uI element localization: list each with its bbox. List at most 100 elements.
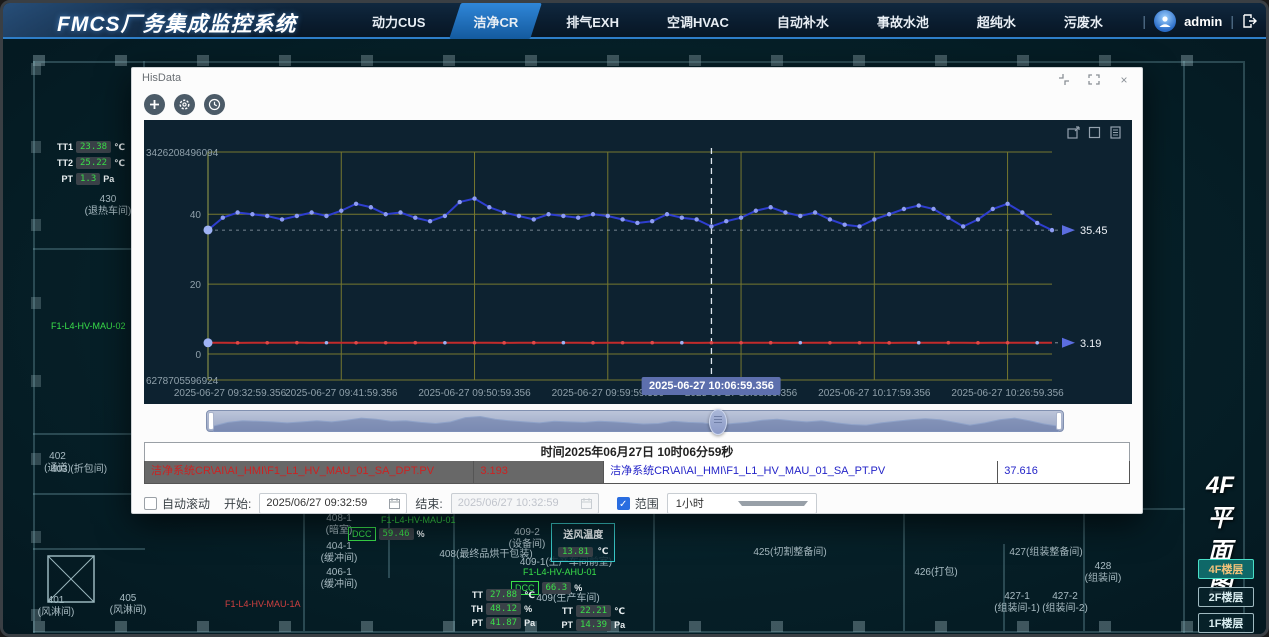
tab-accident-pool[interactable]: 事故水池 [853, 3, 953, 39]
separator: | [1230, 13, 1234, 29]
sensor-readout: TT 22.21 ℃ [555, 605, 625, 617]
sensor-value: 22.21 [576, 605, 611, 617]
save-image-icon[interactable] [1109, 126, 1122, 139]
tab-label: 自动补水 [777, 12, 829, 31]
tab-hvac[interactable]: 空调HVAC [643, 3, 753, 39]
logout-icon[interactable] [1242, 13, 1258, 29]
floor-button-4f[interactable]: 4F楼层 [1198, 559, 1254, 579]
wall [33, 433, 145, 435]
tab-label: 洁净CR [473, 12, 518, 31]
curve-tag-blue: 洁净系统CR\AI\AI_HMI\F1_L1_HV_MAU_01_SA_PT.P… [604, 461, 998, 483]
calendar-icon[interactable] [581, 498, 592, 509]
tab-label: 空调HVAC [667, 12, 729, 31]
selected-time-header: 时间2025年06月27日 10时06分59秒 [144, 442, 1130, 462]
wall [33, 548, 145, 550]
dcc-unit: % [574, 583, 582, 593]
end-label: 结束: [415, 495, 442, 512]
slider-right-handle[interactable] [1056, 412, 1062, 430]
supply-temp-value: 13.81 [558, 547, 593, 557]
wall [33, 493, 145, 495]
username: admin [1184, 14, 1222, 29]
history-trend-chart[interactable]: 020402025-06-27 09:32:59.3562025-06-27 0… [144, 120, 1132, 404]
sensor-value: 23.38 [76, 141, 111, 153]
stairs-symbol [47, 555, 95, 608]
curve-value-blue: 37.616 [998, 461, 1129, 483]
range-select[interactable]: 1小时 [667, 493, 817, 514]
room-label: 426(打包) [901, 567, 971, 579]
sensor-name: TT1 [55, 142, 73, 152]
tab-waste-water[interactable]: 污废水 [1040, 3, 1127, 39]
tab-clean-cr[interactable]: 洁净CR [449, 3, 542, 39]
restore-button[interactable] [1054, 72, 1074, 87]
autoscroll-checkbox[interactable] [144, 497, 157, 510]
app-title: FMCS厂务集成监控系统 [57, 8, 297, 38]
range-selected-value: 1小时 [676, 495, 738, 511]
supply-temp-unit: ℃ [598, 546, 609, 556]
chart-toolbox [1067, 126, 1122, 139]
wall [1183, 61, 1185, 633]
user-avatar[interactable] [1154, 10, 1176, 32]
svg-text:2025-06-27 10:17:59.356: 2025-06-27 10:17:59.356 [818, 388, 931, 399]
wall [33, 61, 1243, 63]
svg-text:3426208496094: 3426208496094 [146, 148, 219, 159]
restore-view-icon[interactable] [1088, 126, 1101, 139]
tab-label: 超纯水 [977, 12, 1016, 31]
sensor-unit: ℃ [114, 142, 125, 153]
wall [33, 631, 1245, 633]
tab-auto-refill[interactable]: 自动补水 [753, 3, 853, 39]
add-curve-button[interactable] [144, 94, 165, 115]
svg-text:20: 20 [190, 280, 202, 291]
equipment-label: F1-L4-HV-MAU-02 [51, 321, 126, 331]
sensor-name: TT [465, 590, 483, 600]
curve-value-red: 3.193 [474, 461, 604, 483]
sensor-readout: PT 1.3 Pa [55, 173, 114, 185]
zoom-reset-icon[interactable] [1067, 126, 1080, 139]
svg-text:3.19: 3.19 [1080, 338, 1101, 350]
crosshair-time-tooltip: 2025-06-27 10:06:59.356 [642, 377, 781, 395]
sensor-value: 41.87 [486, 617, 521, 629]
start-datetime-input[interactable]: 2025/06/27 09:32:59 [259, 493, 407, 514]
range-checkbox[interactable]: ✓ [617, 497, 630, 510]
slider-left-handle[interactable] [208, 412, 214, 430]
autoscroll-label: 自动滚动 [162, 495, 210, 512]
curve-legend-row[interactable]: 洁净系统CR\AI\AI_HMI\F1_L1_HV_MAU_01_SA_DPT.… [144, 461, 1130, 484]
sensor-value: 48.12 [486, 603, 521, 615]
sensor-readout: TH 48.12 % [465, 603, 532, 615]
time-range-clock-button[interactable] [204, 94, 225, 115]
sensor-name: PT [465, 618, 483, 628]
room-label: 427-2 (组装间-2) [1035, 591, 1095, 615]
sensor-value: 1.3 [76, 173, 100, 185]
settings-gear-button[interactable] [174, 94, 195, 115]
tab-exhaust-exh[interactable]: 排气EXH [542, 3, 643, 39]
supply-temp-box: 送风温度 13.81 ℃ [551, 523, 615, 562]
slider-time-knob[interactable] [709, 409, 727, 435]
dcc-label: DCC [348, 527, 376, 541]
time-range-controls: 自动滚动 开始: 2025/06/27 09:32:59 结束: 2025/06… [144, 492, 1130, 514]
sensor-name: TH [465, 604, 483, 614]
tab-ultrapure-water[interactable]: 超纯水 [953, 3, 1040, 39]
svg-text:0: 0 [195, 350, 201, 361]
separator: | [1142, 13, 1146, 29]
tab-power-cus[interactable]: 动力CUS [348, 3, 449, 39]
calendar-icon[interactable] [389, 498, 400, 509]
room-label: 427(组装整备间) [991, 547, 1101, 559]
timeline-zoom-slider[interactable] [206, 410, 1064, 432]
tab-label: 动力CUS [372, 12, 425, 31]
maximize-button[interactable] [1084, 72, 1104, 87]
svg-text:35.45: 35.45 [1080, 225, 1108, 237]
end-datetime-input[interactable]: 2025/06/27 10:32:59 [451, 493, 599, 514]
room-label: 404-1 (缓冲间) [309, 541, 369, 565]
range-label: 范围 [635, 495, 659, 512]
floor-button-1f[interactable]: 1F楼层 [1198, 613, 1254, 633]
close-button[interactable]: × [1114, 72, 1134, 87]
sensor-readout: PT 14.39 Pa [555, 619, 625, 631]
floor-button-2f[interactable]: 2F楼层 [1198, 587, 1254, 607]
chart-canvas[interactable]: 020402025-06-27 09:32:59.3562025-06-27 0… [144, 120, 1132, 404]
wall [653, 508, 655, 631]
main-nav: 动力CUS 洁净CR 排气EXH 空调HVAC 自动补水 事故水池 超纯水 污废… [348, 3, 1127, 39]
top-navigation-bar: FMCS厂务集成监控系统 动力CUS 洁净CR 排气EXH 空调HVAC 自动补… [3, 3, 1266, 39]
sensor-unit: ℃ [524, 590, 535, 601]
sensor-readout: TT2 25.22 ℃ [55, 157, 125, 169]
dcc-readout: DCC 59.46 % [348, 527, 425, 541]
floor-plan-title: 4F 平 面 图 [1190, 469, 1250, 601]
